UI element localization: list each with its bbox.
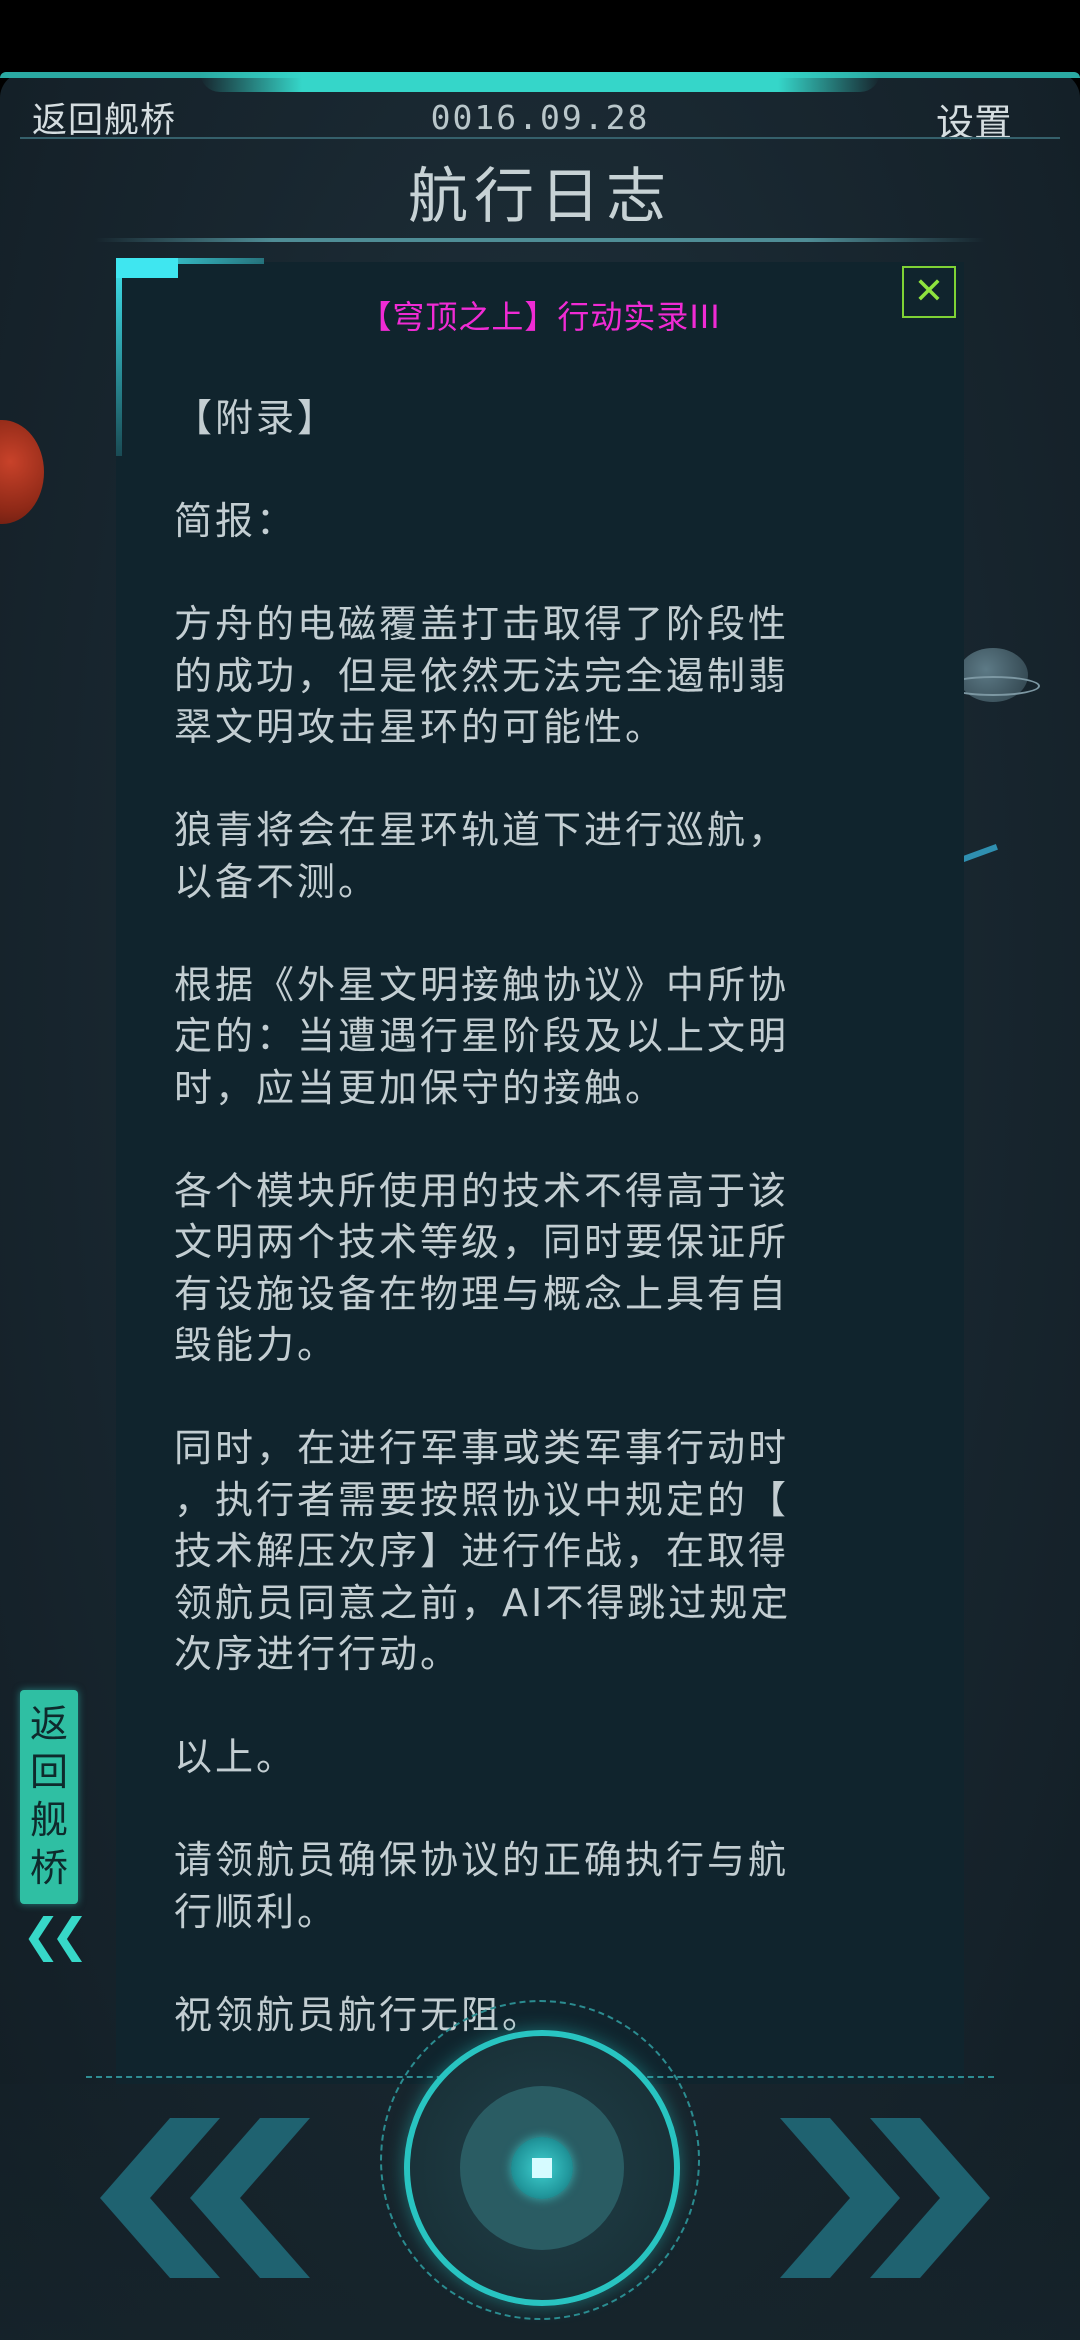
status-bar xyxy=(0,0,1080,72)
log-paragraph: 同时，在进行军事或类军事行动时 ，执行者需要按照协议中规定的【 技术解压次序】进… xyxy=(174,1426,792,1676)
app-screen: 返回舰桥 0016.09.28 设置 航行日志 ✕ 【穹顶之上】行动实录III … xyxy=(0,0,1080,2340)
double-chevron-left-icon[interactable]: ❮❮ xyxy=(22,1908,89,1962)
title-divider xyxy=(95,238,985,242)
log-paragraph-appendix: 【附录】 xyxy=(174,396,339,440)
panel-corner-vertical xyxy=(116,258,122,456)
panel-corner-accent xyxy=(116,258,178,278)
log-paragraph: 方舟的电磁覆盖打击取得了阶段性 的成功，但是依然无法完全遏制翡 翠文明攻击星环的… xyxy=(174,602,790,749)
log-paragraph: 请领航员确保协议的正确执行与航 行顺利。 xyxy=(174,1838,790,1934)
log-entry-title: 【穹顶之上】行动实录III xyxy=(359,298,721,336)
log-paragraph: 以上。 xyxy=(174,1735,298,1779)
log-paragraph-brief-label: 简报： xyxy=(174,499,298,543)
double-chevron-left-icon-second xyxy=(190,2118,310,2278)
double-chevron-right-icon xyxy=(780,2118,900,2278)
log-entry-body: 【附录】 简报： 方舟的电磁覆盖打击取得了阶段性 的成功，但是依然无法完全遏制翡… xyxy=(174,393,904,2093)
header-divider xyxy=(20,137,1060,139)
frame-top-glow xyxy=(200,72,880,92)
prev-button[interactable] xyxy=(100,2118,330,2278)
side-tab-label: 返 回 舰 桥 xyxy=(29,1702,68,1890)
log-paragraph: 根据《外星文明接触协议》中所协 定的：当遭遇行星阶段及以上文明 时，应当更加保守… xyxy=(174,962,790,1110)
next-button[interactable] xyxy=(760,2118,990,2278)
log-date: 0016.09.28 xyxy=(430,98,650,137)
log-paragraph: 各个模块所使用的技术不得高于该 文明两个技术等级，同时要保证所 有设施设备在物理… xyxy=(174,1168,790,1368)
core-square-icon xyxy=(532,2158,552,2178)
log-paragraph: 狼青将会在星环轨道下进行巡航， 以备不测。 xyxy=(174,808,790,904)
page-title: 航行日志 xyxy=(408,162,672,232)
